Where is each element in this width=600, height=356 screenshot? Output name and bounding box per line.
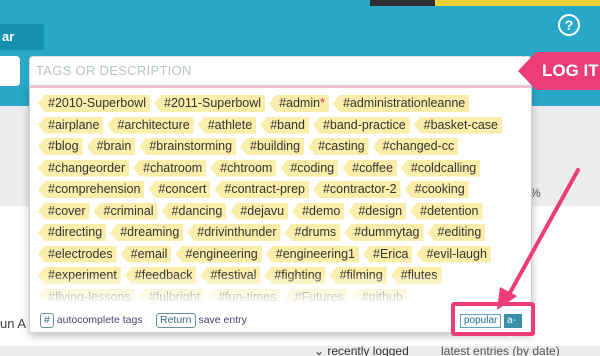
tag-row: #cover #criminal #dancing #dejavu #demo #desi… [38,202,528,224]
tag-row: #airplane #architecture #athlete #band #band… [38,116,528,138]
tag-chip[interactable]: #dummytag [344,224,424,241]
log-it-label: LOG IT [518,52,600,90]
tag-chip[interactable]: #coding [280,159,339,177]
tag-chip[interactable]: #airplane [38,116,104,134]
tag-star-marker: * [320,96,325,110]
tag-chip[interactable]: #contractor-2 [312,181,401,198]
header-tab-button[interactable]: ar [0,24,44,50]
tag-chip[interactable]: #architecture [107,116,194,134]
tag-chip[interactable]: #comprehension [38,181,145,198]
tag-chip[interactable]: #2010-Superbowl [38,95,150,112]
tag-chip[interactable]: #contract-prep [214,181,309,198]
tag-chip[interactable]: #admin* [269,95,329,112]
tag-chip[interactable]: #administrationleanne [332,95,470,112]
tag-autocomplete-dropdown: #2010-Superbowl #2011-Superbowl #admin* #ad… [29,86,532,340]
save-hint: Return save entry [156,313,247,328]
tag-chip[interactable]: #brain [86,138,136,155]
tag-row: #electrodes #email #engineering #engineerin… [38,245,528,267]
tag-chip[interactable]: #demo [292,202,345,220]
tag-chip[interactable]: #engineering [175,245,262,263]
tag-chip[interactable]: #basket-case [413,116,503,134]
tag-list-fade [38,276,528,302]
tag-chip[interactable]: #electrodes [38,245,117,263]
tag-row: #2010-Superbowl #2011-Superbowl #admin* #ad… [38,94,528,116]
tag-list: #2010-Superbowl #2011-Superbowl #admin* #ad… [38,94,528,302]
autocomplete-hint: # autocomplete tags [40,313,143,328]
tag-chip[interactable]: #drums [284,224,341,241]
tag-chip[interactable]: #cooking [404,181,469,198]
tag-chip[interactable]: #2011-Superbowl [154,95,266,112]
tag-chip[interactable]: #chatroom [133,159,207,177]
highlight-box [451,302,535,336]
tag-row: #directing #dreaming #drivinthunder #drums #… [38,223,528,245]
tag-chip[interactable]: #directing [38,224,107,241]
hash-key: # [40,313,54,328]
save-entry-label: save entry [198,314,247,326]
tag-chip[interactable]: #band [260,116,309,134]
tag-chip[interactable]: #coldcalling [400,159,481,177]
entry-card-text: un A [0,316,27,331]
tag-chip[interactable]: #changed-cc [372,138,459,155]
tag-chip[interactable]: #design [348,202,407,220]
tag-chip[interactable]: #building [240,138,305,155]
tag-chip[interactable]: #dancing [161,202,227,220]
tag-chip[interactable]: #brainstorming [139,138,237,155]
tag-chip[interactable]: #email [120,245,172,263]
autocomplete-label: autocomplete tags [56,314,143,326]
tag-chip[interactable]: #chtroom [210,159,277,177]
tag-chip[interactable]: #dejavu [230,202,289,220]
tag-chip[interactable]: #cover [38,202,90,220]
tag-chip[interactable]: #Erica [363,245,413,263]
tag-chip[interactable]: #blog [38,138,83,155]
sort-latest-entries[interactable]: latest entries (by date) [441,344,560,356]
tag-chip[interactable]: #concert [148,181,211,198]
tag-chip[interactable]: #evil-laugh [416,245,491,263]
left-input[interactable] [0,56,20,86]
tag-row: #blog #brain #brainstorming #building #casti… [38,137,528,159]
tag-chip[interactable]: #athlete [197,116,257,134]
log-it-button[interactable]: LOG IT [518,52,600,90]
tag-row: #comprehension #concert #contract-prep #con… [38,180,528,202]
tag-chip[interactable]: #editing [427,224,486,241]
return-key: Return [156,313,196,328]
tag-chip[interactable]: #casting [308,138,369,155]
tag-chip[interactable]: #dreaming [110,224,184,241]
tag-chip[interactable]: #engineering1 [265,245,359,263]
tag-chip[interactable]: #detention [410,202,483,220]
tag-chip[interactable]: #band-practice [312,116,410,134]
tag-chip[interactable]: #criminal [93,202,158,220]
help-icon[interactable]: ? [558,14,580,36]
tag-chip[interactable]: #drivinthunder [187,224,281,241]
sort-recently-logged[interactable]: ⌄ recently logged [314,344,409,356]
tag-row: #changeorder #chatroom #chtroom #coding #cof… [38,159,528,181]
tag-chip[interactable]: #changeorder [38,159,130,177]
tag-chip[interactable]: #coffee [342,159,397,177]
tags-search-input[interactable]: TAGS OR DESCRIPTION [29,56,532,86]
